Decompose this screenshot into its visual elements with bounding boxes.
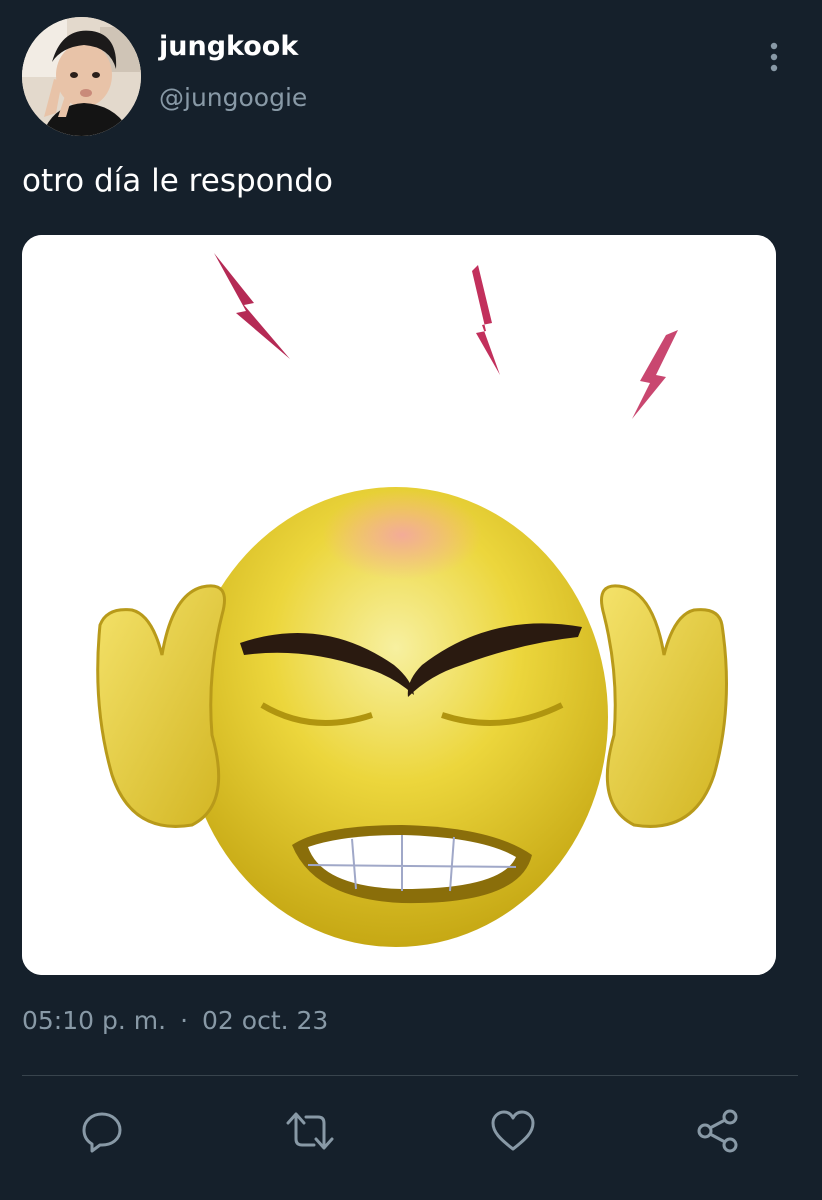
tweet-media-image[interactable] [22, 235, 776, 975]
like-button[interactable] [490, 1108, 536, 1154]
tweet-time: 05:10 p. m. [22, 1006, 167, 1035]
share-button[interactable] [695, 1108, 741, 1154]
more-options-icon[interactable] [760, 38, 788, 78]
angry-emoji-image [22, 235, 776, 975]
avatar[interactable] [22, 17, 141, 136]
retweet-icon [286, 1112, 334, 1150]
avatar-photo [22, 17, 141, 136]
heart-icon [491, 1110, 535, 1151]
tweet-text: otro día le respondo [22, 163, 333, 199]
meta-separator: · [180, 1006, 189, 1035]
user-handle[interactable]: @jungoogie [159, 83, 307, 112]
tweet-card: jungkook @jungoogie otro día le respondo [0, 0, 822, 1200]
share-icon [697, 1109, 738, 1153]
tweet-date: 02 oct. 23 [202, 1006, 329, 1035]
display-name[interactable]: jungkook [159, 31, 298, 62]
reply-icon [82, 1112, 122, 1153]
reply-button[interactable] [79, 1108, 125, 1154]
retweet-button[interactable] [284, 1108, 336, 1154]
tweet-timestamp[interactable]: 05:10 p. m. · 02 oct. 23 [22, 1006, 328, 1035]
divider [22, 1075, 798, 1076]
